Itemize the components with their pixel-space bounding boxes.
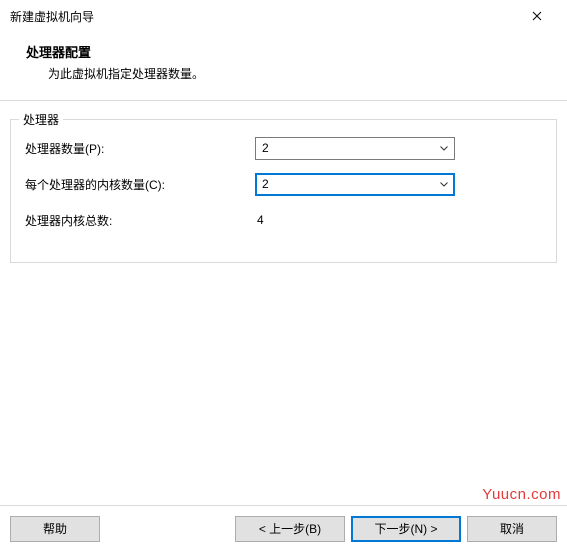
processor-group: 处理器 处理器数量(P): 2 每个处理器的内核数量(C): 2 处理器内核总数… (10, 119, 557, 263)
dropdown-cores-per-processor-value: 2 (262, 177, 269, 191)
group-legend: 处理器 (19, 111, 63, 128)
dropdown-processor-count[interactable]: 2 (255, 137, 455, 160)
dropdown-cores-per-processor[interactable]: 2 (255, 173, 455, 196)
watermark: Yuucn.com (482, 486, 561, 503)
help-button[interactable]: 帮助 (10, 516, 100, 542)
close-button[interactable] (517, 2, 557, 30)
page-subtitle: 为此虚拟机指定处理器数量。 (26, 65, 541, 82)
title-bar: 新建虚拟机向导 (0, 0, 567, 32)
back-button[interactable]: < 上一步(B) (235, 516, 345, 542)
footer-bar: 帮助 < 上一步(B) 下一步(N) > 取消 (0, 505, 567, 551)
row-cores-per-processor: 每个处理器的内核数量(C): 2 (25, 172, 542, 196)
close-icon (532, 9, 542, 24)
label-total-cores: 处理器内核总数: (25, 212, 255, 229)
label-processor-count: 处理器数量(P): (25, 140, 255, 157)
content-area: 处理器 处理器数量(P): 2 每个处理器的内核数量(C): 2 处理器内核总数… (0, 101, 567, 481)
window-title: 新建虚拟机向导 (10, 8, 94, 25)
cancel-button[interactable]: 取消 (467, 516, 557, 542)
label-cores-per-processor: 每个处理器的内核数量(C): (25, 176, 255, 193)
wizard-header: 处理器配置 为此虚拟机指定处理器数量。 (0, 32, 567, 100)
row-total-cores: 处理器内核总数: 4 (25, 208, 542, 232)
next-button[interactable]: 下一步(N) > (351, 516, 461, 542)
page-title: 处理器配置 (26, 42, 541, 61)
dropdown-processor-count-value: 2 (262, 141, 269, 155)
chevron-down-icon (440, 143, 448, 154)
chevron-down-icon (440, 179, 448, 190)
value-total-cores: 4 (255, 213, 264, 227)
row-processor-count: 处理器数量(P): 2 (25, 136, 542, 160)
